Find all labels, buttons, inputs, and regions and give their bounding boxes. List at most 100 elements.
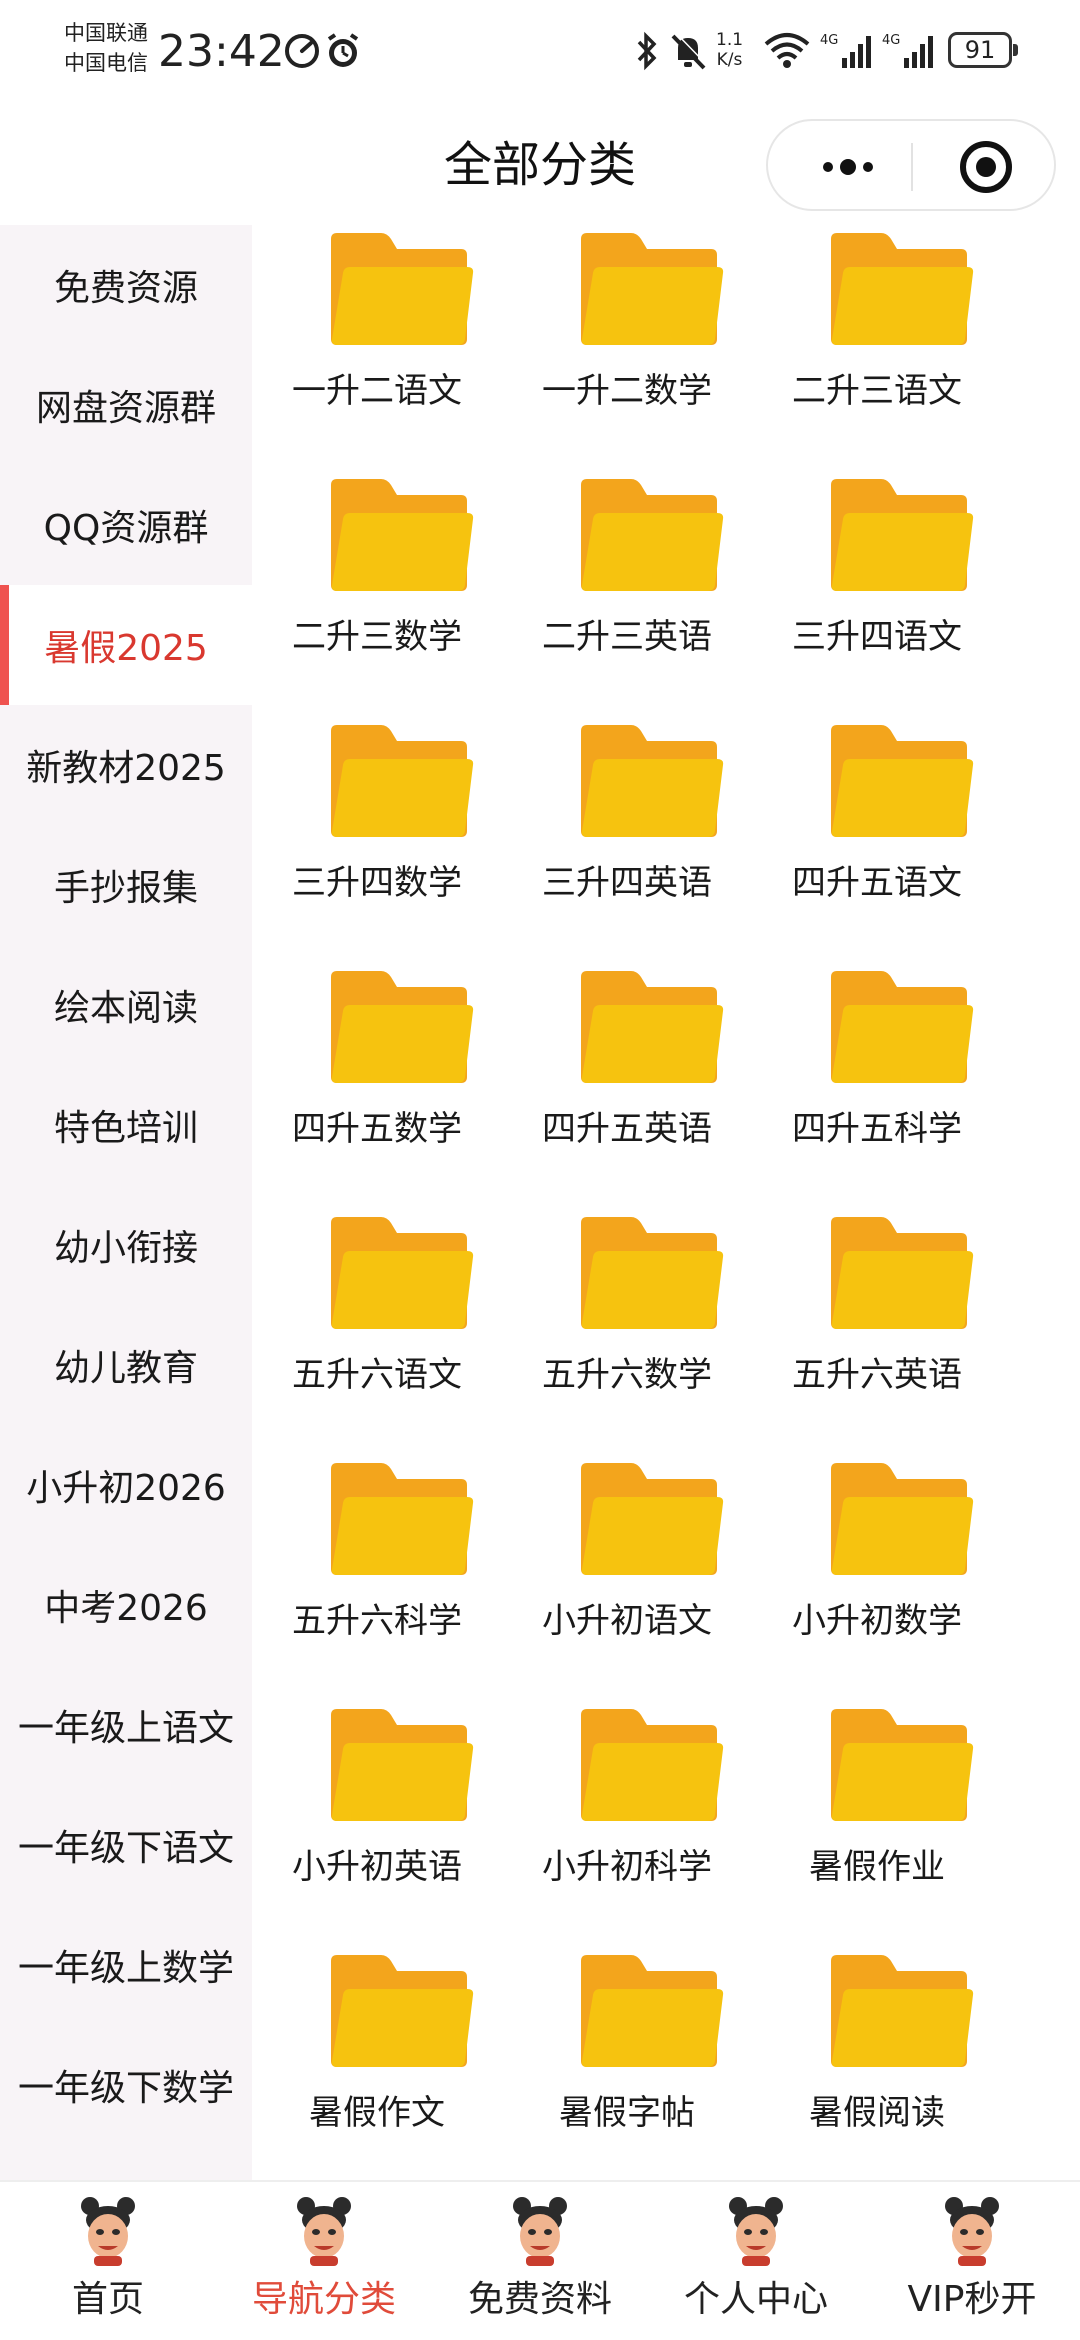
- folder-item[interactable]: 三升四英语: [502, 717, 752, 963]
- sidebar-item-label: 网盘资源群: [35, 388, 216, 429]
- folder-item[interactable]: 二升三英语: [502, 471, 752, 717]
- sidebar-item-label: 一年级下语文: [17, 1828, 234, 1869]
- folder-icon: [831, 233, 974, 345]
- net2-text: 4G: [882, 33, 900, 48]
- bluetooth-icon: [637, 31, 657, 71]
- sidebar-item[interactable]: 手抄报集: [0, 825, 252, 945]
- folder-label: 一升二语文: [292, 371, 462, 411]
- sidebar-item[interactable]: 一年级上数学: [0, 1905, 252, 2025]
- more-dots-icon[interactable]: [808, 121, 888, 213]
- folder-icon: [831, 725, 974, 837]
- signal-icon-2: 4G: [882, 33, 933, 68]
- carrier-1: 中国联通: [64, 21, 148, 45]
- folder-icon: [331, 1217, 474, 1329]
- folder-item[interactable]: 一升二语文: [252, 225, 502, 471]
- cartoon-avatar-icon: [513, 2197, 567, 2266]
- cartoon-avatar-icon: [945, 2197, 999, 2266]
- speed-unit: K/s: [716, 50, 743, 70]
- sidebar-item-label: 特色培训: [53, 1108, 198, 1149]
- folder-item[interactable]: 小升初语文: [502, 1455, 752, 1701]
- sidebar-item[interactable]: 幼小衔接: [0, 1185, 252, 1305]
- folder-icon: [831, 1955, 974, 2067]
- folder-item[interactable]: 四升五语文: [752, 717, 1002, 963]
- folder-item[interactable]: 一升二数学: [502, 225, 752, 471]
- folder-icon: [581, 233, 724, 345]
- folder-icon: [831, 479, 974, 591]
- folder-icon: [331, 233, 474, 345]
- folder-item[interactable]: 五升六科学: [252, 1455, 502, 1701]
- navigation-bar: 全部分类: [0, 105, 1080, 225]
- folder-label: 五升六科学: [292, 1601, 462, 1641]
- sidebar-item-label: 手抄报集: [53, 868, 198, 909]
- folder-icon: [331, 1709, 474, 1821]
- sidebar-item-label: 绘本阅读: [53, 988, 198, 1029]
- folder-item[interactable]: 四升五科学: [752, 963, 1002, 1209]
- folder-label: 五升六英语: [792, 1355, 962, 1395]
- folder-label: 暑假字帖: [559, 2093, 695, 2133]
- tab-item[interactable]: 免费资料: [432, 2182, 648, 2340]
- folder-item[interactable]: 暑假字帖: [502, 1947, 752, 2193]
- folder-label: 五升六数学: [542, 1355, 712, 1395]
- folder-item[interactable]: 二升三数学: [252, 471, 502, 717]
- tab-label: 首页: [71, 2279, 144, 2320]
- sidebar-item[interactable]: 特色培训: [0, 1065, 252, 1185]
- cartoon-avatar-icon: [297, 2197, 351, 2266]
- folder-label: 二升三英语: [542, 617, 712, 657]
- sidebar-item-label: 一年级上语文: [17, 1708, 234, 1749]
- sidebar-item[interactable]: 小升初2026: [0, 1425, 252, 1545]
- folder-item[interactable]: 三升四数学: [252, 717, 502, 963]
- folder-item[interactable]: 小升初科学: [502, 1701, 752, 1947]
- sidebar-item-label: QQ资源群: [43, 508, 209, 549]
- sidebar-item[interactable]: 绘本阅读: [0, 945, 252, 1065]
- folder-item[interactable]: 暑假作业: [752, 1701, 1002, 1947]
- tab-item[interactable]: 个人中心: [648, 2182, 864, 2340]
- folder-item[interactable]: 小升初英语: [252, 1701, 502, 1947]
- battery-indicator: 91: [948, 32, 1018, 68]
- folder-label: 小升初语文: [542, 1601, 712, 1641]
- sidebar-item[interactable]: QQ资源群: [0, 465, 252, 585]
- folder-icon: [331, 725, 474, 837]
- folder-item[interactable]: 三升四语文: [752, 471, 1002, 717]
- sidebar-item[interactable]: 中考2026: [0, 1545, 252, 1665]
- subcategory-grid: 一升二语文 一升二数学 二升三语文二升三数学 二升三英语 三升四语文三升四数学 三升四英语…: [252, 225, 1080, 2180]
- folder-item[interactable]: 四升五数学: [252, 963, 502, 1209]
- folder-label: 小升初科学: [542, 1847, 712, 1887]
- folder-item[interactable]: 四升五英语: [502, 963, 752, 1209]
- sidebar-item[interactable]: 网盘资源群: [0, 345, 252, 465]
- sidebar-item[interactable]: 新教材2025: [0, 705, 252, 825]
- data-saver-icon: [285, 34, 319, 68]
- bottom-tab-bar: 首页 导航分类 免费资料 个人中心 VIP秒开: [0, 2180, 1080, 2340]
- sidebar-item[interactable]: 幼儿教育: [0, 1305, 252, 1425]
- tab-item[interactable]: VIP秒开: [864, 2182, 1080, 2340]
- folder-icon: [831, 1463, 974, 1575]
- sidebar-item[interactable]: 暑假2025: [0, 585, 252, 705]
- folder-label: 暑假阅读: [809, 2093, 945, 2133]
- folder-item[interactable]: 五升六语文: [252, 1209, 502, 1455]
- folder-item[interactable]: 暑假作文: [252, 1947, 502, 2193]
- folder-label: 小升初英语: [292, 1847, 462, 1887]
- folder-label: 四升五科学: [792, 1109, 962, 1149]
- close-miniprogram-icon[interactable]: [940, 121, 1032, 213]
- sidebar-item[interactable]: 一年级下数学: [0, 2025, 252, 2145]
- cartoon-avatar-icon: [81, 2197, 135, 2266]
- folder-item[interactable]: 暑假阅读: [752, 1947, 1002, 2193]
- mute-bell-icon: [671, 32, 708, 70]
- folder-item[interactable]: 二升三语文: [752, 225, 1002, 471]
- sidebar-item[interactable]: 免费资源: [0, 225, 252, 345]
- tab-item[interactable]: 导航分类: [216, 2182, 432, 2340]
- tab-item[interactable]: 首页: [0, 2182, 216, 2340]
- sidebar-item-label: 幼儿教育: [53, 1348, 198, 1389]
- folder-item[interactable]: 五升六英语: [752, 1209, 1002, 1455]
- folder-item[interactable]: 五升六数学: [502, 1209, 752, 1455]
- tab-label: 免费资料: [467, 2279, 612, 2320]
- folder-item[interactable]: 小升初数学: [752, 1455, 1002, 1701]
- folder-icon: [831, 971, 974, 1083]
- folder-icon: [831, 1709, 974, 1821]
- sidebar-item[interactable]: 一年级上语文: [0, 1665, 252, 1785]
- sidebar-item[interactable]: 一年级下语文: [0, 1785, 252, 1905]
- status-bar: 中国联通 中国电信 23:42 1.1 K/s 4G 4G 91: [0, 0, 1080, 105]
- folder-label: 二升三语文: [792, 371, 962, 411]
- sidebar-item-label: 小升初2026: [26, 1468, 226, 1509]
- clock: 23:42: [158, 26, 285, 77]
- alarm-icon: [327, 33, 359, 67]
